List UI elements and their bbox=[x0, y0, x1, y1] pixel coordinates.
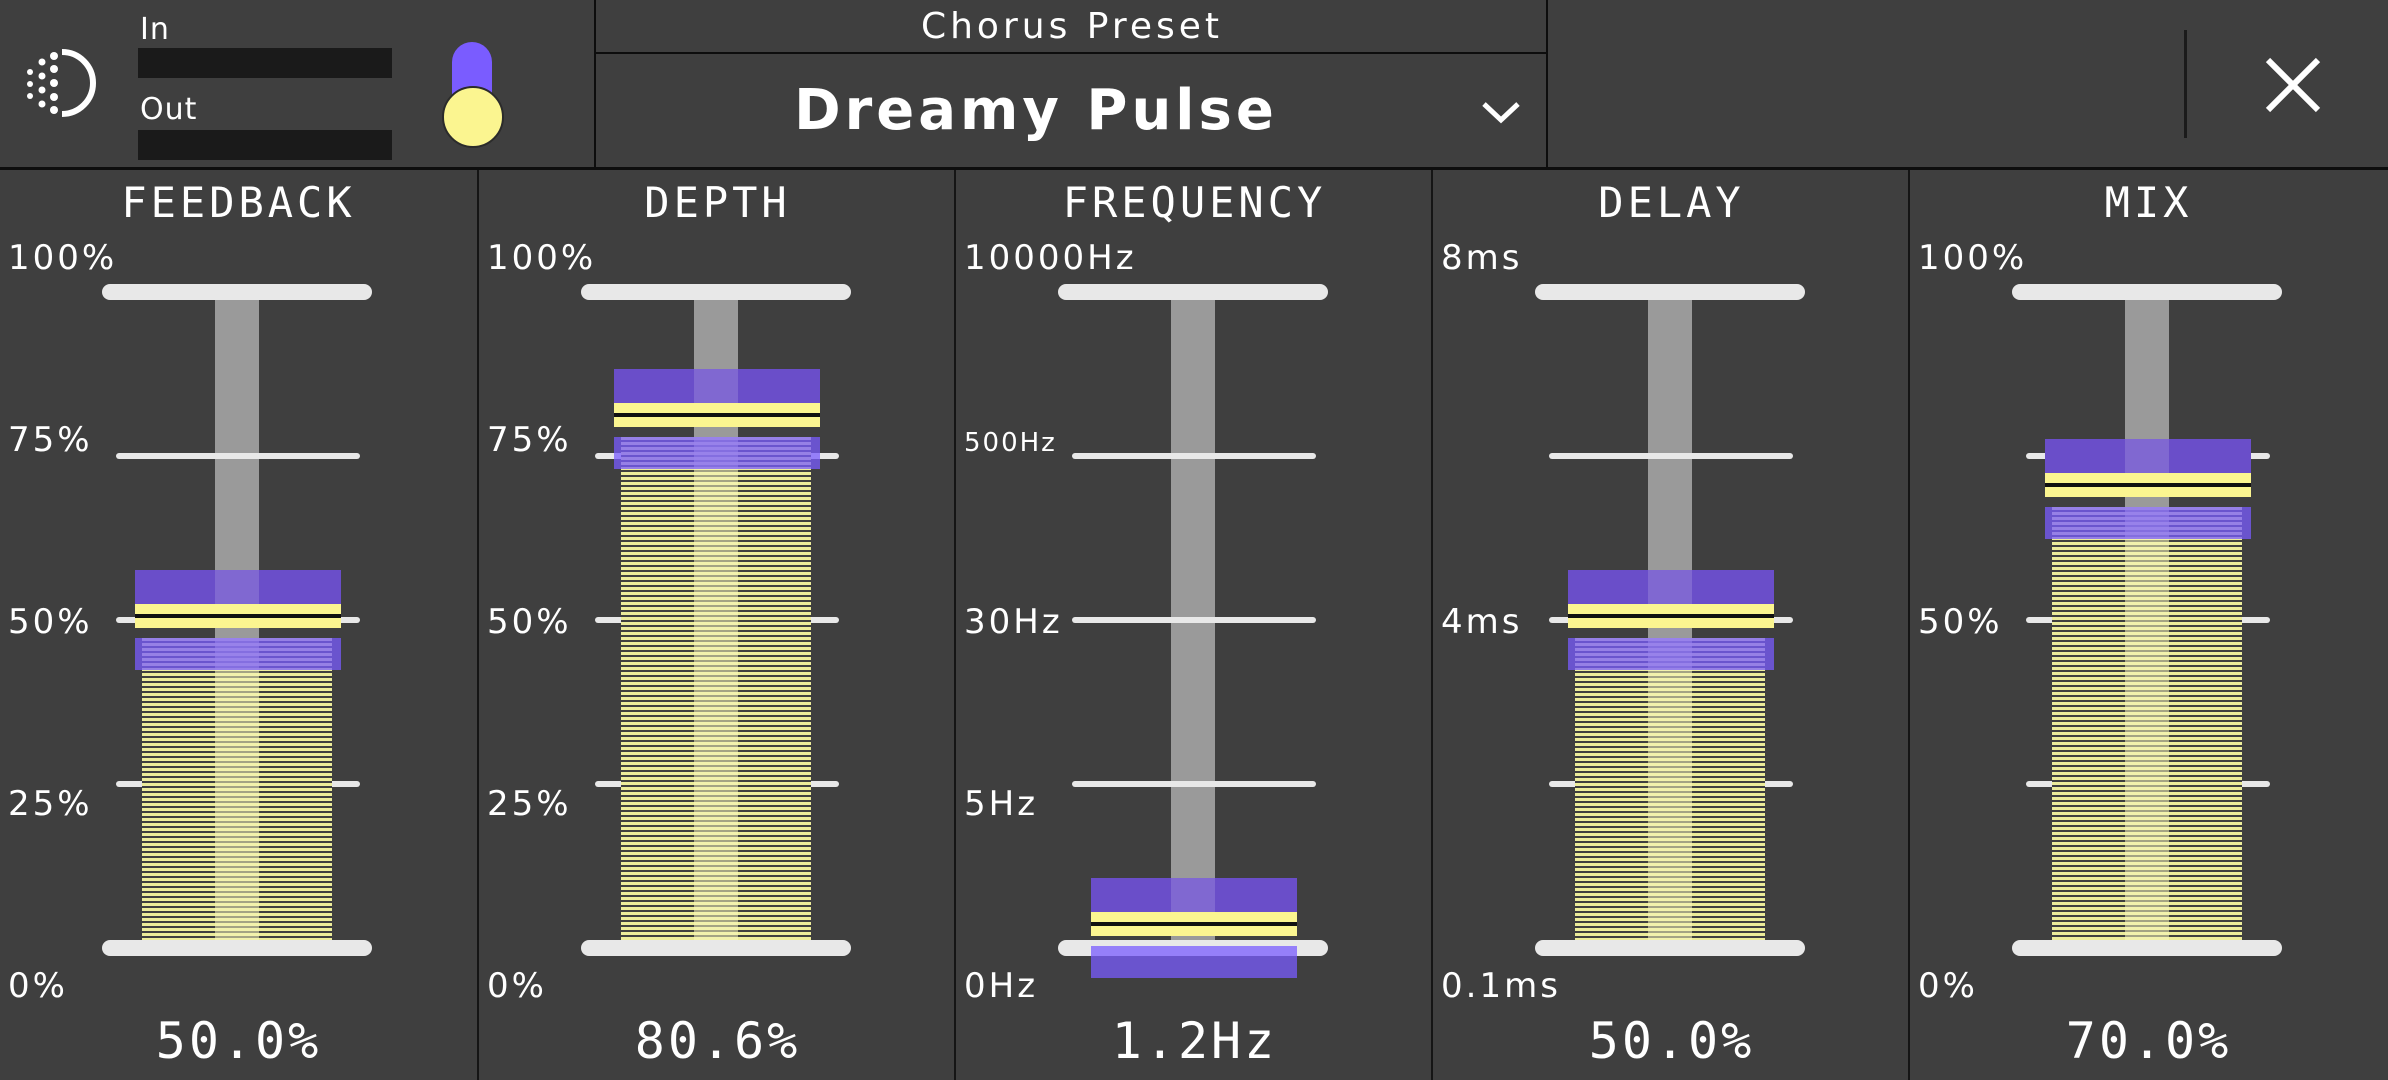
scale-label: 0% bbox=[8, 966, 68, 1006]
scale-label: 0Hz bbox=[964, 966, 1039, 1006]
scale-label: 100% bbox=[8, 238, 118, 278]
handle-highlight bbox=[1171, 878, 1215, 913]
scale-label: 5Hz bbox=[964, 784, 1039, 824]
fader-value: 70.0% bbox=[2065, 1012, 2232, 1070]
fader-frequency: FREQUENCY 10000Hz 500Hz 30Hz 5Hz 0Hz 1.2Hz bbox=[954, 170, 1431, 1080]
handle-stripe bbox=[614, 403, 820, 414]
handle-bottom bbox=[135, 638, 341, 670]
fader-handle[interactable] bbox=[2045, 438, 2251, 539]
scale-label: 0% bbox=[487, 966, 547, 1006]
fader-fill-center bbox=[2125, 506, 2169, 940]
fader-track[interactable] bbox=[1171, 300, 1215, 948]
scale-label: 75% bbox=[8, 420, 93, 460]
handle-stripe bbox=[1091, 926, 1297, 937]
scale-end-rail bbox=[102, 940, 372, 956]
fader-fill-center bbox=[1648, 638, 1692, 940]
scale-end-rail bbox=[2012, 940, 2282, 956]
scale-tick bbox=[1072, 617, 1316, 623]
plugin-header: In Out Chorus Preset Dreamy Pulse bbox=[0, 0, 2388, 170]
fader-handle[interactable] bbox=[1568, 570, 1774, 670]
fader-fill-center bbox=[694, 437, 738, 940]
scale-label: 25% bbox=[8, 784, 93, 824]
scale-end-rail bbox=[581, 284, 851, 300]
fader-handle[interactable] bbox=[614, 369, 820, 470]
toggle-knob bbox=[442, 86, 504, 148]
fader-value: 80.6% bbox=[634, 1012, 801, 1070]
preset-dropdown[interactable]: Dreamy Pulse bbox=[596, 52, 1548, 170]
scale-label: 100% bbox=[1918, 238, 2028, 278]
scale-label: 4ms bbox=[1441, 602, 1523, 642]
plugin-logo-icon[interactable] bbox=[14, 38, 104, 128]
output-level-meter bbox=[138, 130, 392, 160]
fader-value: 50.0% bbox=[1588, 1012, 1755, 1070]
scale-label: 25% bbox=[487, 784, 572, 824]
scale-end-rail bbox=[2012, 284, 2282, 300]
scale-label: 100% bbox=[487, 238, 597, 278]
scale-end-rail bbox=[1058, 284, 1328, 300]
fader-title: FEEDBACK bbox=[121, 178, 356, 227]
handle-stripe bbox=[1568, 604, 1774, 614]
scale-label: 30Hz bbox=[964, 602, 1063, 642]
fader-depth: DEPTH 100% 75% 50% 25% 0% 80.6% bbox=[477, 170, 954, 1080]
fader-title: MIX bbox=[2104, 178, 2193, 227]
bypass-toggle[interactable] bbox=[440, 38, 504, 154]
scale-label: 50% bbox=[487, 602, 572, 642]
scale-label: 0% bbox=[1918, 966, 1978, 1006]
handle-bottom bbox=[1091, 946, 1297, 979]
fader-feedback: FEEDBACK 100% 75% 50% 25% 0% 50.0% bbox=[0, 170, 477, 1080]
io-panel: In Out bbox=[0, 0, 596, 170]
handle-stripe bbox=[2045, 486, 2251, 497]
handle-stripe bbox=[1091, 912, 1297, 923]
output-meter-label: Out bbox=[140, 92, 198, 127]
fader-delay: DELAY 8ms 4ms 0.1ms 50.0% bbox=[1431, 170, 1908, 1080]
input-level-meter bbox=[138, 48, 392, 78]
scale-label: 500Hz bbox=[964, 428, 1057, 458]
scale-end-rail bbox=[102, 284, 372, 300]
handle-highlight bbox=[215, 570, 259, 604]
scale-label: 0.1ms bbox=[1441, 966, 1561, 1006]
handle-stripe bbox=[2045, 472, 2251, 483]
scale-tick bbox=[1072, 453, 1316, 459]
header-actions bbox=[1548, 0, 2388, 170]
fader-title: FREQUENCY bbox=[1062, 178, 1327, 227]
scale-label: 50% bbox=[1918, 602, 2003, 642]
handle-stripe bbox=[135, 604, 341, 614]
scale-label: 10000Hz bbox=[964, 238, 1137, 278]
scale-end-rail bbox=[1535, 940, 1805, 956]
close-icon[interactable] bbox=[2248, 40, 2338, 130]
preset-label: Chorus Preset bbox=[920, 6, 1224, 47]
scale-label: 50% bbox=[8, 602, 93, 642]
handle-bottom bbox=[1568, 638, 1774, 670]
fader-fill-center bbox=[215, 638, 259, 940]
header-divider bbox=[2184, 30, 2187, 138]
handle-highlight bbox=[1648, 570, 1692, 604]
handle-stripe bbox=[135, 618, 341, 628]
handle-stripe bbox=[1568, 618, 1774, 628]
handle-bottom bbox=[2045, 506, 2251, 539]
chevron-down-icon bbox=[1482, 102, 1520, 124]
input-meter-label: In bbox=[140, 12, 170, 47]
fader-handle[interactable] bbox=[1091, 878, 1297, 979]
scale-tick bbox=[1549, 453, 1793, 459]
scale-end-rail bbox=[581, 940, 851, 956]
scale-label: 8ms bbox=[1441, 238, 1523, 278]
scale-tick bbox=[116, 453, 360, 459]
preset-name: Dreamy Pulse bbox=[794, 78, 1278, 143]
fader-value: 1.2Hz bbox=[1111, 1012, 1278, 1070]
handle-highlight bbox=[2125, 438, 2169, 473]
scale-label: 75% bbox=[487, 420, 572, 460]
fader-title: DEPTH bbox=[644, 178, 791, 227]
preset-panel: Chorus Preset Dreamy Pulse bbox=[596, 0, 1548, 170]
handle-bottom bbox=[614, 437, 820, 470]
fader-title: DELAY bbox=[1598, 178, 1745, 227]
handle-highlight bbox=[694, 369, 738, 404]
fader-value: 50.0% bbox=[155, 1012, 322, 1070]
scale-tick bbox=[1072, 781, 1316, 787]
scale-end-rail bbox=[1535, 284, 1805, 300]
fader-mix: MIX 100% 50% 0% 70.0% bbox=[1908, 170, 2385, 1080]
handle-stripe bbox=[614, 417, 820, 428]
fader-handle[interactable] bbox=[135, 570, 341, 670]
